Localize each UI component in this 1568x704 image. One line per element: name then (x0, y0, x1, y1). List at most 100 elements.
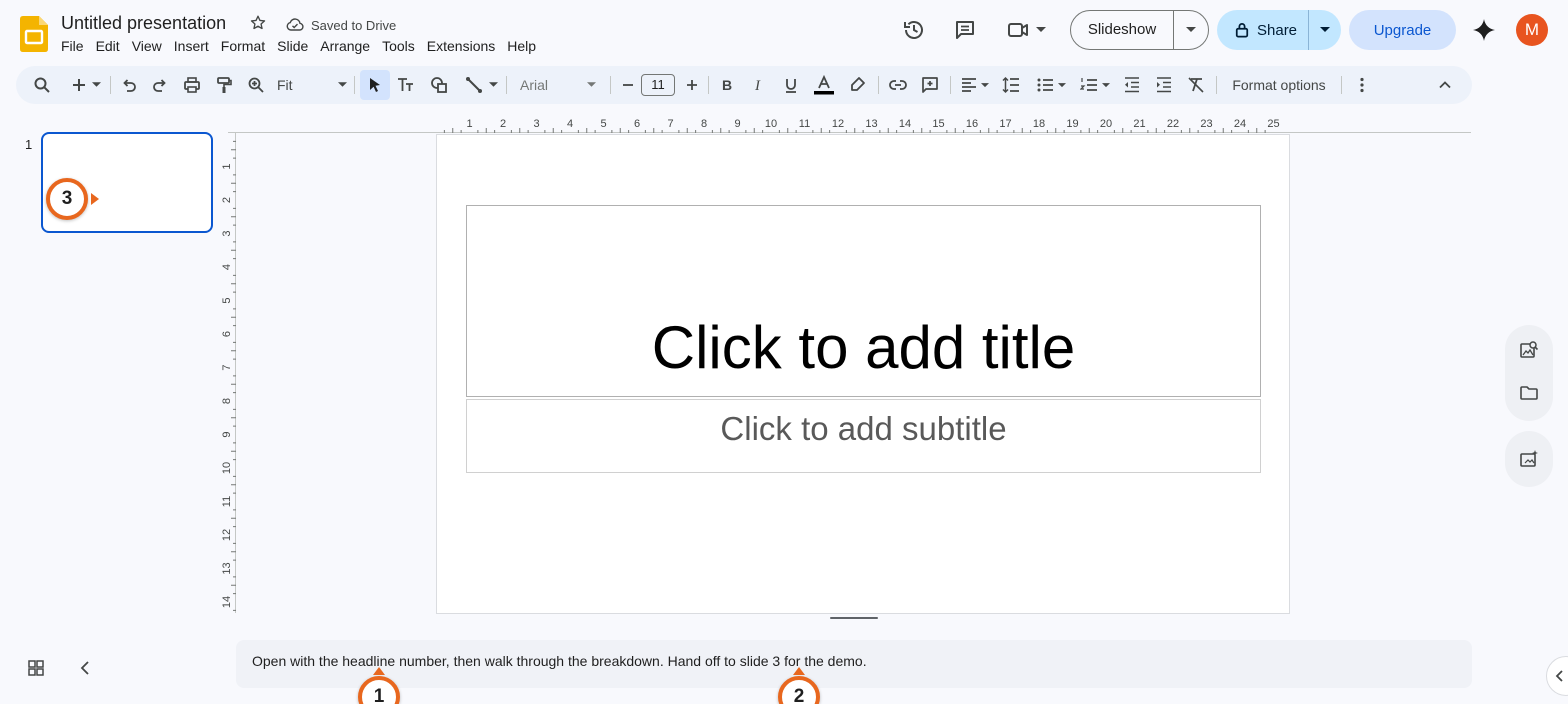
slideshow-button[interactable]: Slideshow (1071, 11, 1174, 49)
paint-roller-icon (215, 76, 233, 94)
more-options-button[interactable] (1351, 66, 1373, 104)
ruler-label: 3 (533, 118, 539, 130)
new-slide-button[interactable] (66, 66, 104, 104)
slideshow-dropdown[interactable] (1174, 27, 1208, 33)
paint-format-button[interactable] (213, 66, 235, 104)
upgrade-button[interactable]: Upgrade (1349, 10, 1456, 50)
increase-indent-button[interactable] (1153, 66, 1175, 104)
user-avatar[interactable]: M (1516, 14, 1548, 46)
folder-icon[interactable] (1519, 383, 1539, 403)
bulleted-list-button[interactable] (1032, 66, 1070, 104)
ruler-label: 10 (221, 462, 233, 474)
menu-edit[interactable]: Edit (90, 38, 126, 54)
line-spacing-button[interactable] (1000, 66, 1022, 104)
italic-button[interactable]: I (749, 66, 769, 104)
meet-button[interactable] (1006, 18, 1050, 42)
font-select[interactable]: Arial (520, 66, 596, 104)
show-side-panel-button[interactable] (1546, 656, 1568, 696)
text-color-button[interactable] (812, 66, 836, 104)
chevron-down-icon (587, 82, 596, 88)
gemini-sparkle-icon[interactable] (1472, 18, 1496, 42)
print-button[interactable] (181, 66, 203, 104)
line-button[interactable] (461, 66, 501, 104)
menu-tools[interactable]: Tools (376, 38, 421, 54)
zoom-value: Fit (277, 77, 293, 93)
clear-formatting-button[interactable] (1185, 66, 1207, 104)
menu-extensions[interactable]: Extensions (421, 38, 501, 54)
zoom-button[interactable] (245, 66, 267, 104)
font-size-input[interactable]: 11 (641, 74, 675, 96)
subtitle-placeholder[interactable]: Click to add subtitle (466, 399, 1261, 473)
add-comment-button[interactable] (919, 66, 941, 104)
document-title[interactable]: Untitled presentation (61, 13, 226, 34)
bold-icon: B (718, 76, 736, 94)
speaker-notes[interactable]: Open with the headline number, then walk… (236, 640, 1472, 688)
align-button[interactable] (958, 66, 990, 104)
collapse-filmstrip-icon[interactable] (78, 660, 92, 676)
highlight-color-button[interactable] (847, 66, 867, 104)
ruler-label: 2 (500, 118, 506, 130)
vertical-ruler[interactable]: 1 2 3 4 5 6 7 8 9 10 11 12 13 14 (218, 133, 236, 613)
version-history-icon[interactable] (902, 18, 926, 42)
title-placeholder[interactable]: Click to add title (466, 205, 1261, 397)
toolbar-divider (950, 76, 951, 94)
text-box-button[interactable] (395, 66, 417, 104)
insert-link-button[interactable] (887, 66, 909, 104)
side-panel (1505, 325, 1553, 487)
share-button[interactable]: Share (1217, 10, 1309, 50)
align-left-icon (960, 76, 978, 94)
search-menus-button[interactable] (30, 66, 54, 104)
menu-insert[interactable]: Insert (168, 38, 215, 54)
numbered-list-button[interactable] (1076, 66, 1114, 104)
toolbar-divider (708, 76, 709, 94)
undo-button[interactable] (118, 66, 140, 104)
insert-slide-ai-icon[interactable] (1519, 449, 1539, 469)
toolbar: Fit Arial 11 B I Format options (16, 66, 1472, 104)
ruler-label: 23 (1200, 118, 1212, 130)
undo-icon (120, 76, 138, 94)
chevron-up-icon (1436, 76, 1454, 94)
bold-button[interactable]: B (717, 66, 737, 104)
ruler-label: 1 (221, 163, 233, 169)
hide-menus-button[interactable] (1434, 66, 1456, 104)
slides-logo-icon[interactable] (20, 16, 48, 52)
svg-text:B: B (722, 77, 732, 93)
toolbar-divider (506, 76, 507, 94)
ruler-label: 2 (221, 197, 233, 203)
star-icon[interactable] (249, 14, 267, 32)
menu-help[interactable]: Help (501, 38, 542, 54)
menu-format[interactable]: Format (215, 38, 271, 54)
share-dropdown[interactable] (1309, 27, 1341, 33)
zoom-select[interactable]: Fit (277, 66, 347, 104)
menu-slide[interactable]: Slide (271, 38, 314, 54)
grid-view-icon[interactable] (28, 660, 44, 676)
slide-canvas[interactable]: Click to add title Click to add subtitle (436, 134, 1290, 614)
format-options-button[interactable]: Format options (1228, 66, 1330, 104)
redo-button[interactable] (149, 66, 171, 104)
increase-font-size-button[interactable] (683, 66, 701, 104)
decrease-indent-button[interactable] (1121, 66, 1143, 104)
line-spacing-icon (1002, 76, 1020, 94)
italic-icon: I (750, 76, 768, 94)
decrease-font-size-button[interactable] (619, 66, 637, 104)
ruler-label: 13 (865, 118, 877, 130)
redo-icon (151, 76, 169, 94)
chevron-down-icon (1320, 27, 1330, 33)
image-search-icon[interactable] (1519, 340, 1539, 360)
notes-resize-handle[interactable] (830, 617, 878, 619)
add-comment-icon (921, 76, 939, 94)
underline-button[interactable] (781, 66, 801, 104)
horizontal-ruler[interactable]: 1 2 3 4 5 6 7 8 9 10 11 12 13 14 15 16 17 18 19 20 21 22 23 24 2… (228, 115, 1471, 133)
menu-arrange[interactable]: Arrange (314, 38, 376, 54)
decrease-indent-icon (1123, 76, 1141, 94)
shape-button[interactable] (428, 66, 450, 104)
menu-file[interactable]: File (61, 38, 90, 54)
cursor-arrow-icon (366, 76, 384, 94)
save-status[interactable]: Saved to Drive (285, 15, 396, 35)
select-tool-button[interactable] (364, 66, 386, 104)
annotation-badge: 3 (46, 178, 88, 220)
chevron-down-icon (488, 82, 498, 88)
menu-view[interactable]: View (126, 38, 168, 54)
cloud-done-icon (285, 15, 305, 35)
comments-icon[interactable] (953, 18, 977, 42)
